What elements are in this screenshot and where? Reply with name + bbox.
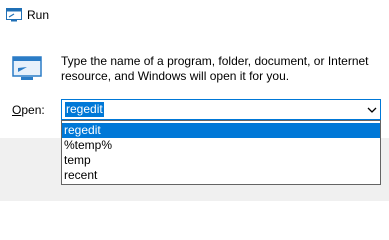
open-combobox[interactable]: regedit: [61, 99, 381, 120]
list-item[interactable]: regedit: [62, 123, 380, 138]
list-item[interactable]: recent: [62, 168, 380, 183]
title-bar: Run: [0, 0, 389, 32]
window-title: Run: [27, 8, 50, 22]
open-input[interactable]: regedit: [65, 102, 104, 117]
run-icon: [12, 56, 42, 82]
run-icon: [6, 8, 22, 22]
chevron-down-icon[interactable]: [363, 100, 380, 119]
list-item[interactable]: temp: [62, 153, 380, 168]
list-item[interactable]: %temp%: [62, 138, 380, 153]
open-label-text: pen:: [21, 103, 45, 117]
open-label: Open:: [12, 103, 45, 118]
dialog-description: Type the name of a program, folder, docu…: [61, 54, 369, 83]
open-label-accelerator: O: [12, 103, 22, 117]
history-dropdown: regedit %temp% temp recent: [61, 120, 381, 185]
